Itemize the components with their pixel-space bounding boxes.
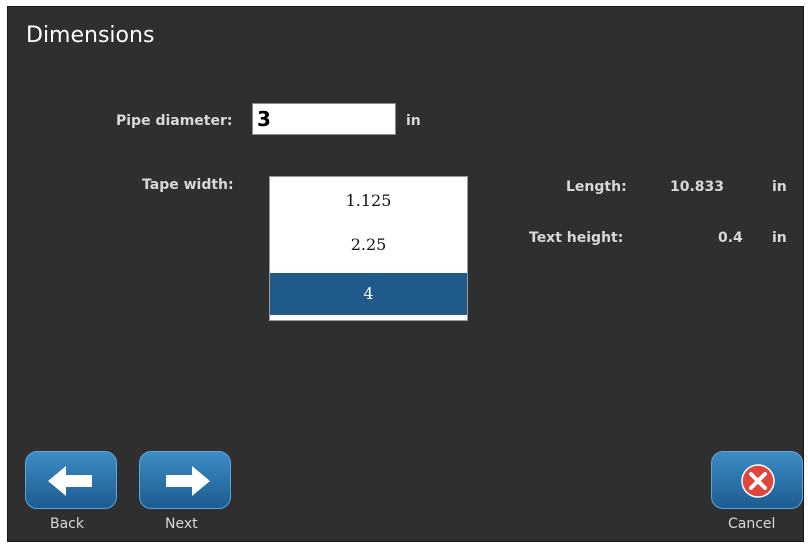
tape-width-list[interactable]: 1.125 2.25 4 [269,176,468,321]
tape-width-option-selected[interactable]: 4 [270,273,467,315]
tape-width-option[interactable]: 2.25 [270,231,467,259]
dimensions-screen: Dimensions Pipe diameter: in Tape width:… [7,6,804,542]
next-label: Next [165,516,198,532]
back-button[interactable] [25,451,117,509]
next-button[interactable] [139,451,231,509]
arrow-right-icon [166,466,210,496]
tape-width-option[interactable]: 1.125 [270,187,467,215]
length-unit: in [772,179,787,195]
back-label: Back [50,516,84,532]
text-height-unit: in [772,230,787,246]
pipe-diameter-label: Pipe diameter: [116,113,233,129]
length-value: 10.833 [670,179,725,195]
close-circle-icon [741,464,775,498]
cancel-button[interactable] [711,451,803,509]
text-height-label: Text height: [529,230,624,246]
text-height-value: 0.4 [718,230,743,246]
pipe-diameter-input[interactable] [252,103,396,135]
tape-width-label: Tape width: [142,177,234,193]
pipe-diameter-unit: in [406,113,421,129]
cancel-label: Cancel [728,516,776,532]
page-title: Dimensions [26,23,155,48]
length-label: Length: [566,179,627,195]
arrow-left-icon [48,466,92,496]
